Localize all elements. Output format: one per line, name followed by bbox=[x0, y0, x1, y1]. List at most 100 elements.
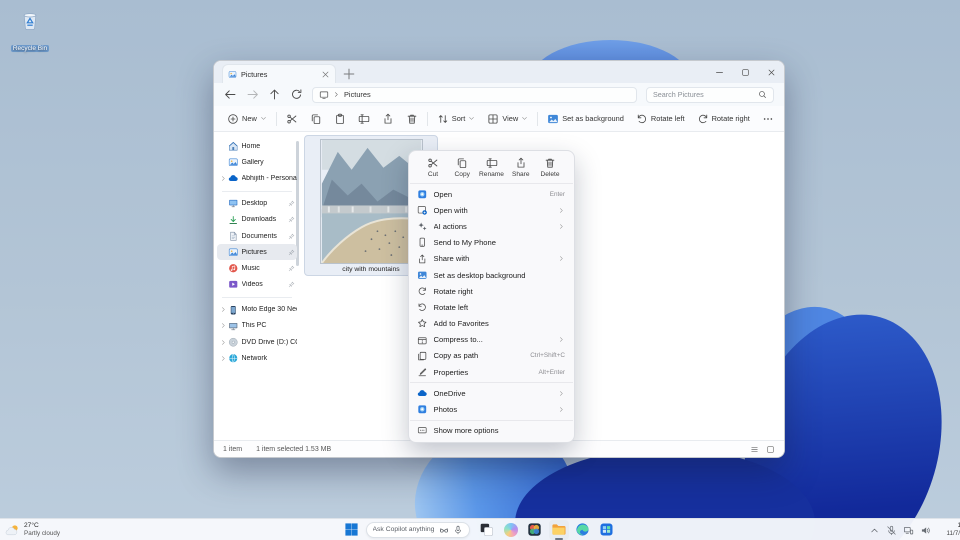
system-tray: 10:21 11/7/2025 bbox=[869, 519, 960, 540]
weather-icon bbox=[5, 523, 20, 538]
sidebar-item-moto-edge-30-neo[interactable]: Moto Edge 30 Neo bbox=[217, 302, 297, 318]
back-button[interactable] bbox=[224, 88, 237, 101]
details-pane-button[interactable]: Details bbox=[783, 111, 785, 127]
task-view-taskbar-button[interactable] bbox=[477, 520, 497, 540]
delete-icon bbox=[406, 113, 418, 125]
tab-close-icon[interactable] bbox=[321, 70, 330, 79]
address-bar[interactable]: Pictures bbox=[312, 87, 637, 103]
titlebar[interactable]: Pictures bbox=[214, 61, 784, 83]
menu-item-label: Photos bbox=[434, 405, 553, 414]
photos-app-taskbar-button[interactable] bbox=[525, 520, 545, 540]
volume-icon[interactable] bbox=[920, 525, 931, 536]
sidebar-item-pictures[interactable]: Pictures bbox=[217, 244, 297, 260]
network-icon[interactable] bbox=[903, 525, 914, 536]
view-button[interactable]: View bbox=[484, 111, 531, 127]
pictures-tab-icon bbox=[228, 70, 237, 79]
chevron-expand-icon bbox=[220, 355, 227, 362]
delete-button[interactable] bbox=[403, 111, 421, 127]
edge-taskbar-button[interactable] bbox=[573, 520, 593, 540]
tab-pictures[interactable]: Pictures bbox=[222, 64, 336, 83]
menu-item-onedrive[interactable]: OneDrive bbox=[409, 385, 574, 401]
start-button[interactable] bbox=[344, 522, 359, 537]
set-as-background-button[interactable]: Set as background bbox=[544, 111, 627, 127]
microphone-icon[interactable] bbox=[453, 525, 463, 535]
menu-item-label: Rotate left bbox=[434, 303, 566, 312]
share-button[interactable] bbox=[379, 111, 397, 127]
menu-item-send-to-my-phone[interactable]: Send to My Phone bbox=[409, 235, 574, 251]
copilot-taskbar-button[interactable] bbox=[501, 520, 521, 540]
close-button[interactable] bbox=[758, 61, 784, 83]
list-view-toggle[interactable] bbox=[750, 445, 759, 454]
sidebar-item-gallery[interactable]: Gallery bbox=[217, 154, 297, 170]
rename-button[interactable] bbox=[355, 111, 373, 127]
new-button[interactable]: New bbox=[224, 111, 270, 127]
share-icon bbox=[515, 157, 527, 169]
sidebar-item-videos[interactable]: Videos bbox=[217, 277, 297, 293]
menu-item-compress-to-[interactable]: Compress to... bbox=[409, 332, 574, 348]
context-quick-delete-button[interactable]: Delete bbox=[536, 157, 564, 178]
paste-button[interactable] bbox=[331, 111, 349, 127]
large-thumbnails-toggle[interactable] bbox=[766, 445, 775, 454]
weather-temp: 27°C bbox=[24, 522, 60, 530]
context-quick-copy-button[interactable]: Copy bbox=[448, 157, 476, 178]
quick-action-label: Share bbox=[512, 171, 530, 178]
microsoft-store-taskbar-button[interactable] bbox=[597, 520, 617, 540]
menu-item-open-with[interactable]: Open with bbox=[409, 202, 574, 218]
command-bar: New Sort View Set bbox=[214, 106, 784, 132]
context-quick-rename-button[interactable]: Rename bbox=[478, 157, 506, 178]
menu-item-properties[interactable]: PropertiesAlt+Enter bbox=[409, 364, 574, 380]
sidebar-item-network[interactable]: Network bbox=[217, 350, 297, 366]
rotate-left-button[interactable]: Rotate left bbox=[633, 111, 688, 127]
sidebar-item-desktop[interactable]: Desktop bbox=[217, 196, 297, 212]
menu-item-show-more-options[interactable]: Show more options bbox=[409, 423, 574, 439]
menu-item-ai-actions[interactable]: AI actions bbox=[409, 218, 574, 234]
menu-item-label: Open bbox=[434, 190, 544, 199]
menu-item-share-with[interactable]: Share with bbox=[409, 251, 574, 267]
sidebar-item-documents[interactable]: Documents bbox=[217, 228, 297, 244]
sidebar-item-downloads[interactable]: Downloads bbox=[217, 212, 297, 228]
copy-button[interactable] bbox=[307, 111, 325, 127]
menu-item-copy-as-path[interactable]: Copy as pathCtrl+Shift+C bbox=[409, 348, 574, 364]
search-input[interactable]: Search Pictures bbox=[646, 87, 774, 103]
menu-item-open[interactable]: OpenEnter bbox=[409, 186, 574, 202]
menu-item-add-to-favorites[interactable]: Add to Favorites bbox=[409, 316, 574, 332]
menu-item-rotate-left[interactable]: Rotate left bbox=[409, 299, 574, 315]
rotate-right-button[interactable]: Rotate right bbox=[694, 111, 753, 127]
menu-item-set-as-desktop-background[interactable]: Set as desktop background bbox=[409, 267, 574, 283]
copilot-vision-glasses-icon[interactable] bbox=[439, 525, 449, 535]
mic-muted-icon[interactable] bbox=[886, 525, 897, 536]
minimize-icon bbox=[715, 68, 724, 77]
forward-button[interactable] bbox=[246, 88, 259, 101]
rotate-right-label: Rotate right bbox=[712, 114, 750, 123]
cut-button[interactable] bbox=[283, 111, 301, 127]
show-hidden-icons-chevron[interactable] bbox=[869, 525, 880, 536]
search-icon bbox=[758, 90, 767, 99]
clock[interactable]: 10:21 11/7/2025 bbox=[940, 522, 960, 538]
breadcrumb[interactable]: Pictures bbox=[344, 90, 371, 99]
up-button[interactable] bbox=[268, 88, 281, 101]
menu-item-photos[interactable]: Photos bbox=[409, 401, 574, 417]
weather-widget[interactable]: 27°C Partly cloudy bbox=[5, 519, 60, 540]
copilot-search-input[interactable]: Ask Copilot anything bbox=[366, 522, 470, 538]
file-explorer-taskbar-button[interactable] bbox=[549, 520, 569, 540]
more-options-button[interactable] bbox=[759, 111, 777, 127]
menu-item-rotate-right[interactable]: Rotate right bbox=[409, 283, 574, 299]
context-quick-share-button[interactable]: Share bbox=[507, 157, 535, 178]
sidebar-item-this-pc[interactable]: This PC bbox=[217, 318, 297, 334]
tray-time: 10:21 bbox=[940, 522, 960, 530]
tray-date: 11/7/2025 bbox=[940, 530, 960, 538]
context-quick-cut-button[interactable]: Cut bbox=[419, 157, 447, 178]
submenu-chevron-icon bbox=[558, 223, 565, 230]
refresh-button[interactable] bbox=[290, 88, 303, 101]
sidebar-item-label: Moto Edge 30 Neo bbox=[242, 306, 298, 313]
sidebar-item-music[interactable]: Music bbox=[217, 260, 297, 276]
maximize-button[interactable] bbox=[732, 61, 758, 83]
new-tab-button[interactable] bbox=[342, 67, 356, 81]
sidebar-item-home[interactable]: Home bbox=[217, 138, 297, 154]
recycle-bin-desktop-icon[interactable]: Recycle Bin bbox=[8, 8, 52, 55]
sidebar-item-dvd-drive-d-ccc[interactable]: DVD Drive (D:) CCC bbox=[217, 334, 297, 350]
network-icon bbox=[228, 353, 239, 364]
sidebar-item-abhijith-personal[interactable]: Abhijith - Personal bbox=[217, 170, 297, 186]
sort-button[interactable]: Sort bbox=[434, 111, 479, 127]
minimize-button[interactable] bbox=[706, 61, 732, 83]
